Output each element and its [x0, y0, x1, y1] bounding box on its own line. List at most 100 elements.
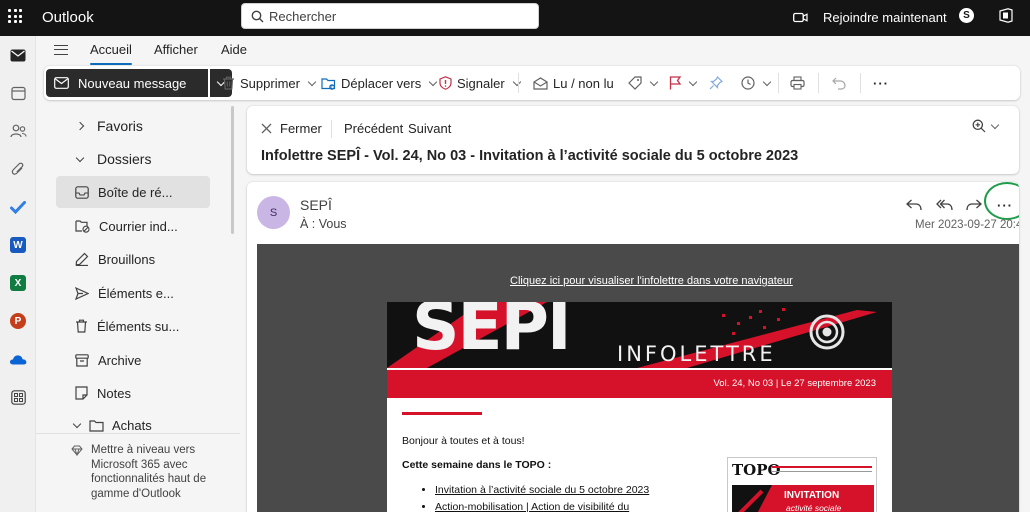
undo-button[interactable] [832, 69, 846, 97]
zoom-in-icon [972, 119, 986, 133]
new-message-button[interactable]: Nouveau message [46, 69, 208, 97]
chevron-right-icon [75, 121, 85, 131]
tag-icon [628, 76, 642, 90]
upgrade-banner[interactable]: Mettre à niveau vers Microsoft 365 avec … [36, 433, 240, 512]
undo-icon [832, 77, 846, 90]
topo-logo-icon [732, 485, 772, 512]
reply-all-button[interactable] [933, 194, 955, 216]
newsletter-banner: SEPI INFOLETTRE [387, 302, 892, 368]
toolbar-divider [860, 73, 861, 93]
chevron-down-icon [72, 419, 82, 429]
reading-pane-header: Fermer Précédent Suivant Infolettre SEPÎ… [247, 106, 1019, 174]
join-now-button[interactable]: Rejoindre maintenant [793, 7, 947, 27]
topo-rule [772, 471, 872, 472]
topo-thumbnail[interactable]: TOPO INVITATION activité sociale [727, 457, 877, 512]
folder-item-label: Courrier ind... [99, 218, 178, 234]
chevron-down-icon [649, 77, 659, 86]
skype-icon[interactable]: S [959, 8, 974, 23]
archive-icon [75, 353, 89, 367]
menu-icon[interactable] [54, 45, 68, 55]
week-heading: Cette semaine dans le TOPO : [402, 459, 552, 471]
reply-all-icon [935, 199, 953, 211]
print-button[interactable] [790, 69, 805, 97]
folder-icon [89, 419, 104, 432]
folder-item-label: Éléments e... [98, 285, 174, 301]
send-icon [75, 286, 89, 300]
chevron-down-icon [428, 77, 438, 86]
read-unread-button[interactable]: Lu / non lu [533, 69, 614, 97]
folders-label: Dossiers [97, 151, 152, 167]
folders-header[interactable]: Dossiers [75, 151, 152, 167]
tab-afficher[interactable]: Afficher [154, 42, 198, 57]
office-icon[interactable] [999, 8, 1013, 23]
folder-item-drafts[interactable]: Brouillons [56, 243, 210, 275]
list-item[interactable]: Action-mobilisation | Action de visibili… [435, 501, 649, 512]
issue-info: Vol. 24, No 03 | Le 27 septembre 2023 [713, 378, 877, 389]
more-apps-icon[interactable] [6, 385, 30, 409]
tab-aide[interactable]: Aide [221, 42, 247, 57]
flag-button[interactable] [669, 69, 698, 97]
topo-title: TOPO [732, 461, 781, 479]
ribbon-tabs: Accueil Afficher Aide [36, 36, 1030, 65]
greeting-text: Bonjour à toutes et à tous! [402, 435, 525, 447]
delete-button[interactable]: Supprimer [222, 69, 317, 97]
folder-item-archive[interactable]: Archive [56, 344, 210, 376]
app-launcher-icon[interactable] [8, 9, 22, 23]
avatar[interactable]: S [257, 196, 290, 229]
list-item[interactable]: Invitation à l’activité sociale du 5 oct… [435, 484, 649, 496]
report-button[interactable]: Signaler [439, 69, 521, 97]
folder-item-inbox[interactable]: Boîte de ré... [56, 176, 210, 208]
next-button[interactable]: Suivant [408, 121, 451, 136]
folder-move-icon [321, 77, 336, 90]
forward-button[interactable] [963, 194, 985, 216]
folder-item-label: Éléments su... [97, 318, 180, 334]
close-button[interactable]: Fermer [261, 121, 322, 136]
toolbar-divider [818, 73, 819, 93]
folder-item-notes[interactable]: Notes [56, 377, 210, 409]
more-options-button[interactable]: ··· [873, 69, 889, 97]
excel-icon[interactable]: X [6, 271, 30, 295]
onedrive-icon[interactable] [6, 347, 30, 371]
app-name[interactable]: Outlook [42, 9, 94, 26]
sender-name[interactable]: SEPÎ [300, 197, 332, 213]
recipient-line: À : Vous [300, 217, 347, 231]
shield-warning-icon [439, 76, 452, 90]
pin-button[interactable] [709, 69, 723, 97]
close-label: Fermer [280, 121, 322, 136]
app-rail: W X P [0, 36, 36, 512]
chevron-down-icon [307, 77, 317, 86]
search-icon [251, 10, 264, 23]
inbox-icon [75, 185, 89, 199]
word-icon[interactable]: W [6, 233, 30, 257]
message-date: Mer 2023-09-27 20:40 [915, 219, 1019, 231]
powerpoint-icon[interactable]: P [6, 309, 30, 333]
forward-icon [966, 199, 982, 211]
folder-item-label: Archive [98, 352, 142, 368]
search-input[interactable] [269, 7, 529, 26]
folder-pane-scrollbar[interactable] [231, 106, 234, 234]
search-box[interactable] [241, 3, 539, 29]
topo-invitation: INVITATION [784, 490, 840, 501]
folder-item-sent[interactable]: Éléments e... [56, 277, 210, 309]
mail-icon[interactable] [6, 43, 30, 67]
read-unread-label: Lu / non lu [553, 75, 614, 91]
attachment-icon[interactable] [6, 157, 30, 181]
folder-item-junk[interactable]: Courrier ind... [56, 210, 210, 242]
tab-accueil[interactable]: Accueil [90, 42, 132, 65]
highlight-circle [984, 182, 1019, 220]
folder-item-deleted[interactable]: Éléments su... [56, 310, 210, 342]
todo-icon[interactable] [6, 195, 30, 219]
folder-item-achats[interactable]: Achats [72, 418, 152, 433]
favorites-header[interactable]: Favoris [75, 118, 143, 134]
previous-button[interactable]: Précédent [344, 121, 403, 136]
newsletter-card: SEPI INFOLETTRE Vol. 24, No 03 | Le 27 s… [387, 302, 892, 512]
zoom-button[interactable] [972, 119, 1000, 133]
move-to-button[interactable]: Déplacer vers [321, 69, 438, 97]
snooze-button[interactable] [741, 69, 772, 97]
diamond-icon [71, 445, 83, 456]
view-in-browser-link[interactable]: Cliquez ici pour visualiser l'infolettre… [510, 275, 793, 287]
reply-button[interactable] [903, 194, 925, 216]
people-icon[interactable] [6, 119, 30, 143]
calendar-icon[interactable] [6, 81, 30, 105]
categorize-button[interactable] [628, 69, 659, 97]
